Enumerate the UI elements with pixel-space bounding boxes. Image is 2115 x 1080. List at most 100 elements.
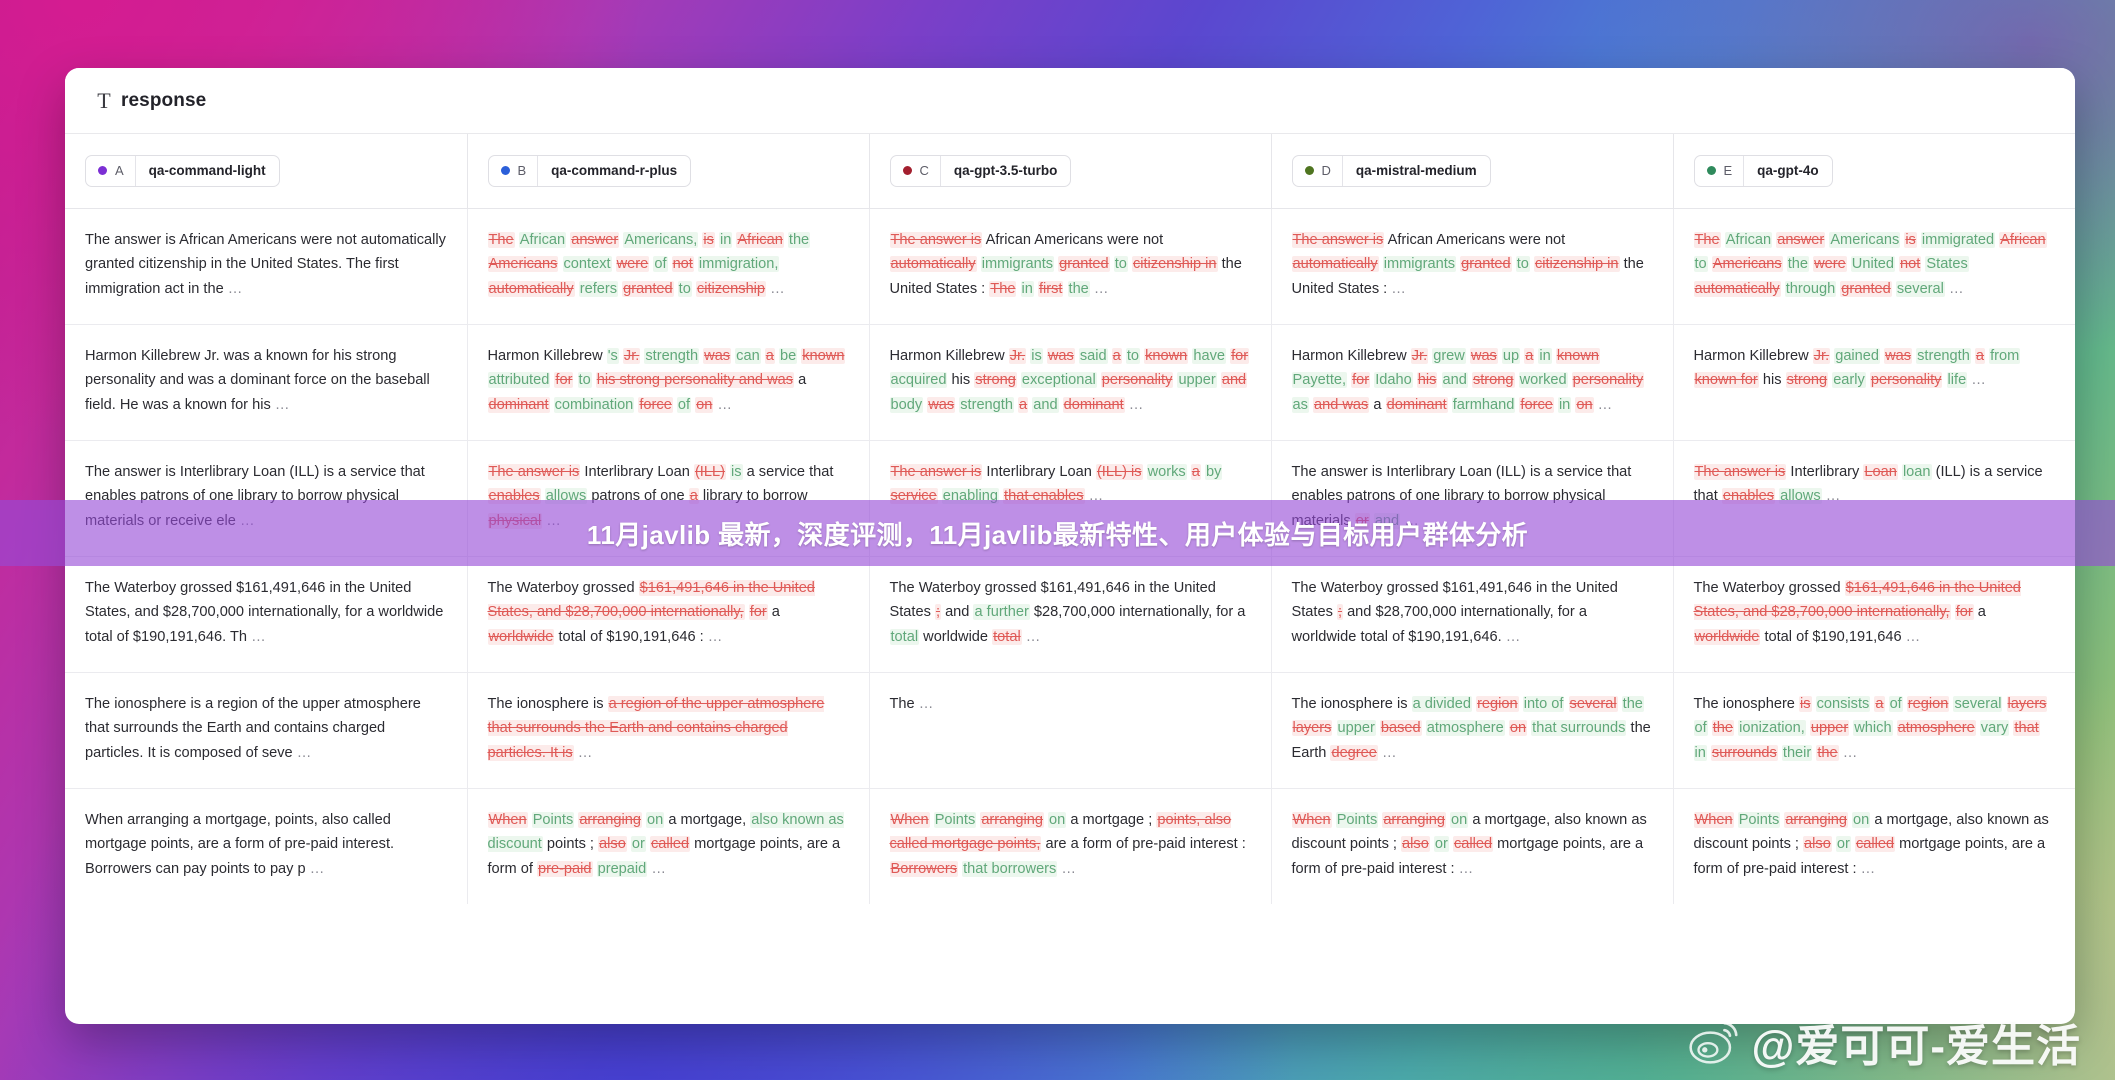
response-cell[interactable]: The answer is African Americans were not… <box>65 208 468 325</box>
diff-run-del: on <box>1508 720 1528 736</box>
diff-run-ins: to <box>577 372 592 388</box>
diff-run-eq: a mortgage, <box>668 811 747 828</box>
response-cell[interactable]: When Points arranging on a mortgage, als… <box>1271 788 1674 904</box>
response-cell[interactable]: Harmon Killebrew Jr. was a known for his… <box>65 324 468 441</box>
diff-run-ell: … <box>274 396 290 413</box>
response-text: The Waterboy grossed $161,491,646 in the… <box>889 576 1251 650</box>
diff-run-ins: or <box>1433 836 1449 852</box>
diff-run-ins: and <box>1373 512 1401 529</box>
diff-run-del: strong <box>1785 372 1829 388</box>
diff-run-ins: strength <box>1916 347 1971 364</box>
model-chip-b[interactable]: Bqa-command-r-plus <box>487 154 692 187</box>
response-cell[interactable]: When arranging a mortgage, points, also … <box>65 788 468 904</box>
response-cell[interactable]: When Points arranging on a mortgage, als… <box>1673 788 2075 904</box>
response-cell[interactable]: The ionosphere is a region of the upper … <box>65 672 468 789</box>
response-cell[interactable]: The African answer Americans is immigrat… <box>1673 208 2075 325</box>
response-cell[interactable]: The answer is Interlibrary Loan (ILL) is… <box>1271 440 1674 557</box>
response-text: The ionosphere is consists a of region s… <box>1693 692 2056 766</box>
response-text: The answer is African Americans were not… <box>1291 228 1653 302</box>
response-cell[interactable]: The Waterboy grossed $161,491,646 in the… <box>467 556 870 673</box>
model-chip-e[interactable]: Eqa-gpt-4o <box>1693 154 1833 187</box>
response-cell[interactable]: Harmon Killebrew Jr. is was said a to kn… <box>869 324 1272 441</box>
chip-left: A <box>86 155 136 186</box>
diff-run-ell: … <box>1128 396 1144 413</box>
diff-run-eq: $28,700,000 internationally, for a <box>1033 604 1246 620</box>
comparison-table-scroll[interactable]: Aqa-command-light Bqa-command-r-plus Cqa-g… <box>65 134 2075 1024</box>
diff-run-del: granted <box>622 280 674 297</box>
diff-run-eq: patrons of one <box>591 488 685 504</box>
response-cell[interactable]: The African answer Americans, is in Afri… <box>467 208 870 325</box>
response-cell[interactable]: The answer is African Americans were not… <box>869 208 1272 325</box>
response-cell[interactable]: The ionosphere is a divided region into … <box>1271 672 1674 789</box>
diff-run-ins: of <box>653 256 668 272</box>
diff-run-del: personality <box>1100 372 1174 388</box>
diff-run-del: force <box>1519 396 1554 413</box>
response-cell[interactable]: The … <box>869 672 1272 789</box>
diff-run-del: is <box>1798 695 1812 712</box>
diff-run-ell: … <box>239 512 255 529</box>
model-chip-c[interactable]: Cqa-gpt-3.5-turbo <box>889 154 1072 187</box>
model-name: qa-gpt-3.5-turbo <box>953 163 1058 179</box>
diff-run-ins: by <box>1204 463 1223 480</box>
response-cell[interactable]: The answer is Interlibrary Loan (ILL) is… <box>869 440 1272 557</box>
diff-run-ins: Points <box>531 811 575 828</box>
diff-run-eq: The <box>889 695 915 712</box>
diff-run-ins: body <box>889 396 924 413</box>
diff-run-eq: The ionosphere <box>1693 695 1795 712</box>
response-cell[interactable]: When Points arranging on a mortgage, als… <box>467 788 870 904</box>
model-chip-d[interactable]: Dqa-mistral-medium <box>1291 154 1491 187</box>
model-chip-a[interactable]: Aqa-command-light <box>85 154 280 187</box>
diff-run-del: The answer is <box>1693 463 1787 480</box>
response-cell[interactable]: The answer is African Americans were not… <box>1271 208 1674 325</box>
response-cell[interactable]: The Waterboy grossed $161,491,646 in the… <box>1673 556 2075 673</box>
diff-run-eq: total of $190,191,646 <box>1764 628 1902 645</box>
diff-run-ins: African <box>1724 231 1773 248</box>
response-text: The … <box>890 692 1251 717</box>
response-cell[interactable]: When Points arranging on a mortgage ; po… <box>869 788 1272 904</box>
response-cell[interactable]: Harmon Killebrew Jr. grew was up a in kn… <box>1271 324 1674 441</box>
diff-run-ins: on <box>1852 811 1871 828</box>
diff-run-del: first <box>1037 280 1064 297</box>
response-cell[interactable]: The Waterboy grossed $161,491,646 in the… <box>869 556 1272 673</box>
diff-run-ins: strength <box>959 396 1014 413</box>
diff-run-eq: worldwide <box>923 628 989 645</box>
response-cell[interactable]: The answer is Interlibrary Loan (ILL) is… <box>467 440 870 557</box>
diff-run-del: region <box>1476 695 1519 712</box>
diff-run-del: The answer is <box>889 231 983 248</box>
response-cell[interactable]: The ionosphere is consists a of region s… <box>1673 672 2075 789</box>
diff-run-ell: … <box>309 860 325 877</box>
response-cell[interactable]: The Waterboy grossed $161,491,646 in the… <box>1271 556 1674 673</box>
diff-run-del: known <box>1555 347 1601 364</box>
response-text: Harmon Killebrew Jr. gained was strength… <box>1693 344 2056 393</box>
diff-run-del: called <box>649 836 691 852</box>
diff-run-ins: to <box>677 280 692 297</box>
diff-run-del: Jr. <box>1812 347 1831 364</box>
response-cell[interactable]: The Waterboy grossed $161,491,646 in the… <box>65 556 468 673</box>
diff-run-del: was <box>1884 347 1913 364</box>
response-cell[interactable]: The answer is Interlibrary Loan (ILL) is… <box>65 440 468 557</box>
diff-run-ins: on <box>1048 811 1067 828</box>
response-cell[interactable]: Harmon Killebrew 's Jr. strength was can… <box>467 324 870 441</box>
diff-run-del: a <box>688 488 699 504</box>
response-cell[interactable]: The ionosphere is a region of the upper … <box>467 672 870 789</box>
response-cell[interactable]: Harmon Killebrew Jr. gained was strength… <box>1673 324 2075 441</box>
diff-run-del: automatically <box>1291 256 1379 272</box>
response-text: The answer is African Americans were not… <box>85 228 447 302</box>
diff-run-ins: context <box>562 256 612 272</box>
diff-run-ell: … <box>1381 744 1397 761</box>
diff-run-del: based <box>1379 720 1422 736</box>
response-cell[interactable]: The answer is Interlibrary Loan loan (IL… <box>1673 440 2075 557</box>
model-color-dot <box>500 166 510 176</box>
chip-left: B <box>489 155 539 186</box>
diff-run-del: surrounds <box>1710 744 1778 761</box>
diff-run-del: called <box>1854 836 1896 852</box>
model-color-dot <box>1304 166 1314 176</box>
diff-run-del: The <box>1693 231 1721 248</box>
response-text: When Points arranging on a mortgage, als… <box>487 808 849 882</box>
diff-run-del: that <box>2013 720 2040 736</box>
diff-run-ell: … <box>1088 488 1104 504</box>
diff-run-del: granted <box>1058 256 1110 272</box>
diff-run-ins: can <box>735 347 761 364</box>
model-name: qa-command-r-plus <box>551 163 678 179</box>
diff-run-del: Jr. <box>622 347 641 364</box>
